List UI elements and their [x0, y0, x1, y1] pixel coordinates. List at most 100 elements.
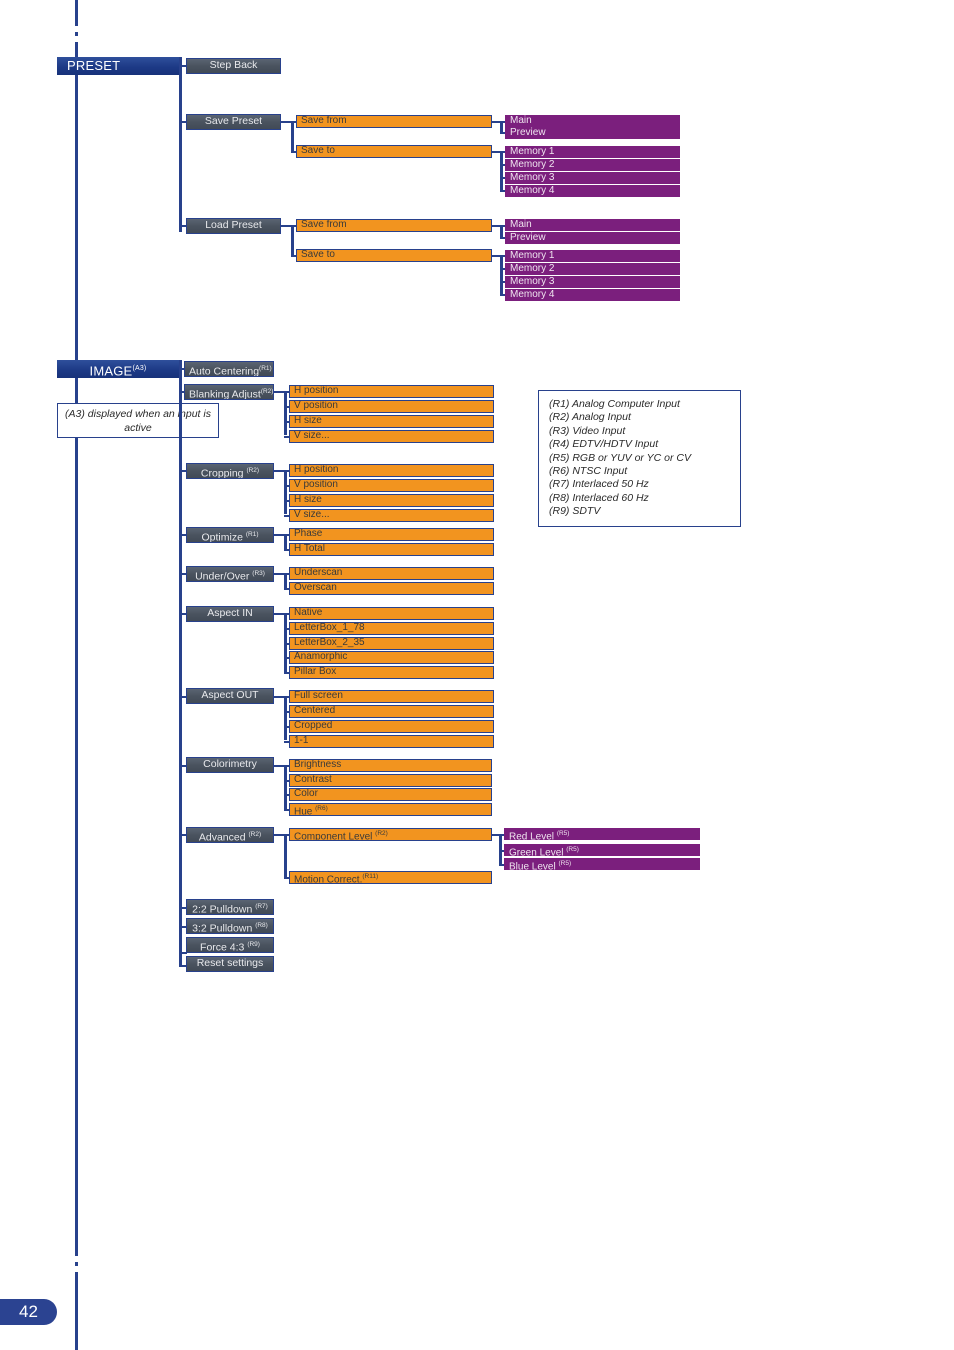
option-colorimetry-color[interactable]: Color	[289, 788, 492, 801]
option-lp-from-main-label: Main	[510, 219, 532, 230]
option-colorimetry-brightness[interactable]: Brightness	[289, 759, 492, 772]
option-optimize-h-total[interactable]: H Total	[289, 543, 494, 556]
menu-item-auto-centering[interactable]: Auto Centering(R1)	[184, 361, 274, 377]
option-blanking-h-size-label: H size	[294, 415, 322, 426]
option-blanking-v-size[interactable]: V size...	[289, 430, 494, 443]
option-blue-level[interactable]: Blue Level (R5)	[504, 858, 700, 870]
option-blanking-h-size[interactable]: H size	[289, 415, 494, 428]
component-level-spine	[499, 834, 502, 864]
menu-item-colorimetry[interactable]: Colorimetry	[186, 757, 274, 773]
option-sp-from-preview[interactable]: Preview	[505, 127, 680, 139]
menu-item-aspect-in[interactable]: Aspect IN	[186, 606, 274, 622]
option-motion-correct[interactable]: Motion Correct.(R11)	[289, 871, 492, 884]
option-colorimetry-contrast[interactable]: Contrast	[289, 774, 492, 787]
spine-bottom-segment	[75, 1274, 78, 1350]
preset-branch-spine	[179, 57, 182, 232]
menu-item-load-preset-save-from-label: Save from	[301, 219, 347, 230]
option-lp-to-memory-3[interactable]: Memory 3	[505, 276, 680, 288]
legend-entry: (R2) Analog Input	[549, 411, 631, 424]
legend-entry: (R6) NTSC Input	[549, 465, 628, 478]
option-cropping-v-position[interactable]: V position	[289, 479, 494, 492]
option-component-level[interactable]: Component Level (R2)	[289, 828, 492, 841]
option-aspect-in-anamorphic[interactable]: Anamorphic	[289, 651, 494, 664]
option-blue-level-label: Blue Level	[509, 861, 559, 870]
menu-item-auto-centering-label: Auto Centering	[189, 365, 260, 377]
under-over-options-spine	[284, 573, 287, 588]
spine-top-segment	[75, 0, 78, 22]
option-aspect-in-native-label: Native	[294, 607, 323, 618]
option-lp-from-main[interactable]: Main	[505, 219, 680, 231]
section-header-image-label: IMAGE	[89, 363, 133, 379]
page-number: 42	[19, 1302, 38, 1321]
menu-item-save-preset[interactable]: Save Preset	[186, 114, 281, 130]
option-blanking-v-position[interactable]: V position	[289, 400, 494, 413]
menu-item-save-preset-save-to[interactable]: Save to	[296, 145, 492, 158]
option-aspect-in-letterbox-1-78[interactable]: LetterBox_1_78	[289, 622, 494, 635]
option-optimize-phase[interactable]: Phase	[289, 528, 494, 541]
option-underscan[interactable]: Underscan	[289, 567, 494, 580]
menu-item-load-preset-save-to[interactable]: Save to	[296, 249, 492, 262]
menu-item-blanking-adjust[interactable]: Blanking Adjust(R2)	[184, 384, 274, 400]
option-sp-to-memory-2[interactable]: Memory 2	[505, 159, 680, 171]
option-lp-to-memory-4[interactable]: Memory 4	[505, 289, 680, 301]
option-aspect-out-cropped[interactable]: Cropped	[289, 720, 494, 733]
option-aspect-in-letterbox-2-35[interactable]: LetterBox_2_35	[289, 637, 494, 650]
option-aspect-out-full-screen-label: Full screen	[294, 690, 343, 701]
option-sp-to-memory-1[interactable]: Memory 1	[505, 146, 680, 158]
option-blanking-h-position-label: H position	[294, 385, 339, 396]
option-aspect-in-pillar-box[interactable]: Pillar Box	[289, 666, 494, 679]
option-aspect-out-centered[interactable]: Centered	[289, 705, 494, 718]
option-aspect-out-full-screen[interactable]: Full screen	[289, 690, 494, 703]
menu-item-reset-settings[interactable]: Reset settings	[186, 956, 274, 972]
option-overscan[interactable]: Overscan	[289, 582, 494, 595]
menu-item-force-43[interactable]: Force 4:3 (R9)	[186, 937, 274, 953]
spine-image-to-bottom	[75, 369, 78, 1274]
menu-item-under-over[interactable]: Under/Over (R3)	[186, 566, 274, 582]
menu-item-cropping[interactable]: Cropping (R2)	[186, 463, 274, 479]
menu-item-optimize[interactable]: Optimize (R1)	[186, 527, 274, 543]
option-blanking-h-position[interactable]: H position	[289, 385, 494, 398]
section-header-preset-label: PRESET	[67, 58, 121, 73]
menu-item-advanced[interactable]: Advanced (R2)	[186, 827, 274, 843]
option-sp-from-main[interactable]: Main	[505, 115, 680, 127]
menu-item-cropping-sup: (R2)	[246, 467, 260, 474]
option-lp-to-memory-2[interactable]: Memory 2	[505, 263, 680, 275]
option-lp-to-memory-1-label: Memory 1	[510, 250, 555, 261]
option-colorimetry-hue-sup: (R6)	[315, 805, 328, 812]
option-overscan-label: Overscan	[294, 582, 337, 593]
option-sp-to-memory-4[interactable]: Memory 4	[505, 185, 680, 197]
option-sp-to-memory-3[interactable]: Memory 3	[505, 172, 680, 184]
menu-item-save-preset-save-from[interactable]: Save from	[296, 115, 492, 128]
option-motion-correct-label: Motion Correct.	[294, 874, 363, 884]
option-colorimetry-hue[interactable]: Hue (R6)	[289, 803, 492, 816]
menu-item-32-pulldown[interactable]: 3:2 Pulldown (R8)	[186, 918, 274, 934]
option-aspect-in-native[interactable]: Native	[289, 607, 494, 620]
menu-item-under-over-sup: (R3)	[252, 570, 265, 577]
menu-item-blanking-adjust-label: Blanking Adjust	[189, 388, 261, 400]
menu-item-load-preset-label: Load Preset	[205, 219, 262, 231]
option-cropping-h-position[interactable]: H position	[289, 464, 494, 477]
menu-item-load-preset-save-from[interactable]: Save from	[296, 219, 492, 232]
menu-item-step-back[interactable]: Step Back	[186, 58, 281, 74]
menu-item-save-preset-save-to-label: Save to	[301, 145, 335, 156]
legend-entry: (R1) Analog Computer Input	[549, 398, 680, 410]
option-cropping-h-size[interactable]: H size	[289, 494, 494, 507]
option-green-level[interactable]: Green Level (R5)	[504, 844, 700, 856]
menu-item-22-pulldown-label: 2:2 Pulldown	[192, 903, 256, 915]
menu-item-22-pulldown[interactable]: 2:2 Pulldown (R7)	[186, 899, 274, 915]
menu-item-aspect-out[interactable]: Aspect OUT	[186, 688, 274, 704]
option-aspect-in-anamorphic-label: Anamorphic	[294, 651, 348, 662]
option-colorimetry-brightness-label: Brightness	[294, 759, 342, 770]
option-red-level[interactable]: Red Level (R5)	[504, 828, 700, 840]
option-cropping-v-size[interactable]: V size...	[289, 509, 494, 522]
section-header-preset: PRESET	[57, 57, 179, 75]
option-aspect-out-1-1[interactable]: 1-1	[289, 735, 494, 748]
option-sp-from-preview-label: Preview	[510, 127, 546, 138]
option-lp-from-preview[interactable]: Preview	[505, 232, 680, 244]
save-preset-child-spine	[291, 121, 294, 152]
blanking-options-spine	[284, 391, 287, 435]
colorimetry-options-spine	[284, 765, 287, 809]
option-lp-to-memory-1[interactable]: Memory 1	[505, 250, 680, 262]
menu-item-load-preset[interactable]: Load Preset	[186, 218, 281, 234]
option-colorimetry-hue-label: Hue	[294, 806, 316, 816]
